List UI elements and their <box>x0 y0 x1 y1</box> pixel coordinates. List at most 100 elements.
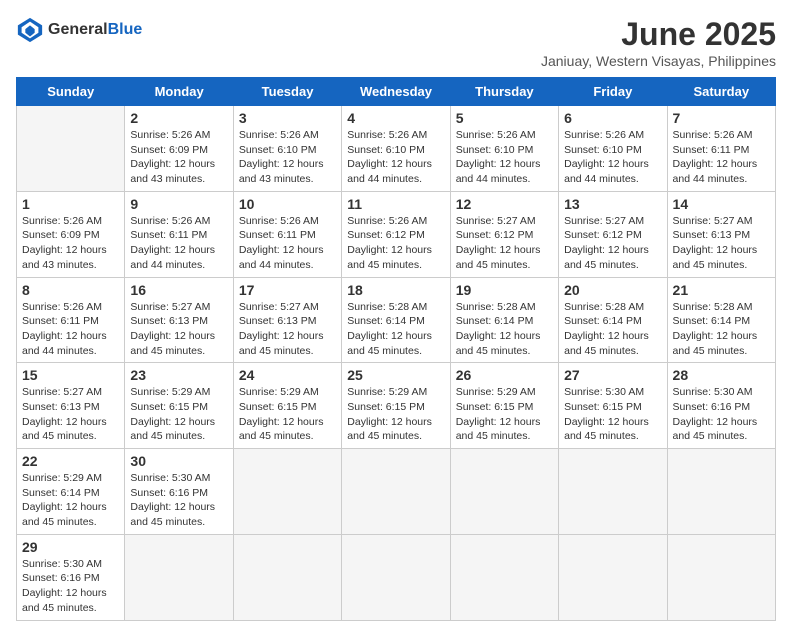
day-number: 25 <box>347 367 444 383</box>
logo-general: General <box>48 21 108 38</box>
day-number: 2 <box>130 110 227 126</box>
header-monday: Monday <box>125 78 233 106</box>
day-number: 7 <box>673 110 770 126</box>
day-number: 6 <box>564 110 661 126</box>
calendar-row: 8Sunrise: 5:26 AMSunset: 6:11 PMDaylight… <box>17 277 776 363</box>
day-info: Sunrise: 5:26 AMSunset: 6:11 PMDaylight:… <box>22 300 119 359</box>
day-number: 9 <box>130 196 227 212</box>
table-row <box>233 449 341 535</box>
day-info: Sunrise: 5:30 AMSunset: 6:16 PMDaylight:… <box>22 557 119 616</box>
table-row: 6 Sunrise: 5:26 AMSunset: 6:10 PMDaylight… <box>559 106 667 192</box>
table-row <box>17 106 125 192</box>
day-number: 16 <box>130 282 227 298</box>
day-number: 10 <box>239 196 336 212</box>
table-row: 7 Sunrise: 5:26 AMSunset: 6:11 PMDaylight… <box>667 106 775 192</box>
table-row: 2 Sunrise: 5:26 AMSunset: 6:09 PMDaylight… <box>125 106 233 192</box>
table-row: 14Sunrise: 5:27 AMSunset: 6:13 PMDayligh… <box>667 191 775 277</box>
table-row: 21 Sunrise: 5:28 AMSunset: 6:14 PMDayligh… <box>667 277 775 363</box>
table-row: 17Sunrise: 5:27 AMSunset: 6:13 PMDayligh… <box>233 277 341 363</box>
day-info: Sunrise: 5:26 AMSunset: 6:10 PMDaylight:… <box>456 128 553 187</box>
header-row: Sunday Monday Tuesday Wednesday Thursday… <box>17 78 776 106</box>
table-row: 22Sunrise: 5:29 AMSunset: 6:14 PMDayligh… <box>17 449 125 535</box>
table-row <box>559 534 667 620</box>
table-row: 12 Sunrise: 5:27 AMSunset: 6:12 PMDayligh… <box>450 191 558 277</box>
header-friday: Friday <box>559 78 667 106</box>
table-row: 27 Sunrise: 5:30 AMSunset: 6:15 PMDayligh… <box>559 363 667 449</box>
day-number: 29 <box>22 539 119 555</box>
calendar-row: 2 Sunrise: 5:26 AMSunset: 6:09 PMDaylight… <box>17 106 776 192</box>
table-row: 19 Sunrise: 5:28 AMSunset: 6:14 PMDayligh… <box>450 277 558 363</box>
day-number: 15 <box>22 367 119 383</box>
table-row <box>342 534 450 620</box>
table-row: 5 Sunrise: 5:26 AMSunset: 6:10 PMDaylight… <box>450 106 558 192</box>
table-row <box>450 449 558 535</box>
table-row: 11 Sunrise: 5:26 AMSunset: 6:12 PMDayligh… <box>342 191 450 277</box>
logo: GeneralBlue <box>16 16 142 44</box>
calendar-row: 22Sunrise: 5:29 AMSunset: 6:14 PMDayligh… <box>17 449 776 535</box>
header-wednesday: Wednesday <box>342 78 450 106</box>
table-row <box>450 534 558 620</box>
day-info: Sunrise: 5:26 AMSunset: 6:09 PMDaylight:… <box>130 128 227 187</box>
day-info: Sunrise: 5:30 AMSunset: 6:15 PMDaylight:… <box>564 385 661 444</box>
day-info: Sunrise: 5:28 AMSunset: 6:14 PMDaylight:… <box>456 300 553 359</box>
day-info: Sunrise: 5:26 AMSunset: 6:12 PMDaylight:… <box>347 214 444 273</box>
calendar-row: 1Sunrise: 5:26 AMSunset: 6:09 PMDaylight… <box>17 191 776 277</box>
day-info: Sunrise: 5:26 AMSunset: 6:11 PMDaylight:… <box>130 214 227 273</box>
day-number: 27 <box>564 367 661 383</box>
day-number: 30 <box>130 453 227 469</box>
page-header: GeneralBlue June 2025 Janiuay, Western V… <box>16 16 776 69</box>
header-thursday: Thursday <box>450 78 558 106</box>
day-info: Sunrise: 5:26 AMSunset: 6:11 PMDaylight:… <box>673 128 770 187</box>
day-number: 28 <box>673 367 770 383</box>
title-area: June 2025 Janiuay, Western Visayas, Phil… <box>541 16 776 69</box>
table-row: 29 Sunrise: 5:30 AMSunset: 6:16 PMDayligh… <box>17 534 125 620</box>
day-info: Sunrise: 5:26 AMSunset: 6:10 PMDaylight:… <box>347 128 444 187</box>
day-info: Sunrise: 5:26 AMSunset: 6:09 PMDaylight:… <box>22 214 119 273</box>
table-row: 24Sunrise: 5:29 AMSunset: 6:15 PMDayligh… <box>233 363 341 449</box>
calendar-table: Sunday Monday Tuesday Wednesday Thursday… <box>16 77 776 621</box>
day-info: Sunrise: 5:27 AMSunset: 6:13 PMDaylight:… <box>22 385 119 444</box>
day-number: 12 <box>456 196 553 212</box>
table-row: 15 Sunrise: 5:27 AMSunset: 6:13 PMDayligh… <box>17 363 125 449</box>
header-sunday: Sunday <box>17 78 125 106</box>
table-row: 28 Sunrise: 5:30 AMSunset: 6:16 PMDayligh… <box>667 363 775 449</box>
day-number: 5 <box>456 110 553 126</box>
day-number: 19 <box>456 282 553 298</box>
day-number: 26 <box>456 367 553 383</box>
calendar-row: 15 Sunrise: 5:27 AMSunset: 6:13 PMDayligh… <box>17 363 776 449</box>
day-info: Sunrise: 5:26 AMSunset: 6:10 PMDaylight:… <box>564 128 661 187</box>
day-number: 23 <box>130 367 227 383</box>
table-row: 25Sunrise: 5:29 AMSunset: 6:15 PMDayligh… <box>342 363 450 449</box>
day-info: Sunrise: 5:28 AMSunset: 6:14 PMDaylight:… <box>564 300 661 359</box>
day-info: Sunrise: 5:30 AMSunset: 6:16 PMDaylight:… <box>673 385 770 444</box>
day-info: Sunrise: 5:27 AMSunset: 6:12 PMDaylight:… <box>564 214 661 273</box>
day-number: 11 <box>347 196 444 212</box>
day-info: Sunrise: 5:29 AMSunset: 6:15 PMDaylight:… <box>456 385 553 444</box>
day-info: Sunrise: 5:27 AMSunset: 6:12 PMDaylight:… <box>456 214 553 273</box>
day-number: 20 <box>564 282 661 298</box>
day-number: 4 <box>347 110 444 126</box>
table-row: 3Sunrise: 5:26 AMSunset: 6:10 PMDaylight… <box>233 106 341 192</box>
day-number: 3 <box>239 110 336 126</box>
table-row: 26 Sunrise: 5:29 AMSunset: 6:15 PMDayligh… <box>450 363 558 449</box>
day-number: 17 <box>239 282 336 298</box>
day-number: 13 <box>564 196 661 212</box>
table-row: 8Sunrise: 5:26 AMSunset: 6:11 PMDaylight… <box>17 277 125 363</box>
day-info: Sunrise: 5:28 AMSunset: 6:14 PMDaylight:… <box>347 300 444 359</box>
logo-icon <box>16 16 44 44</box>
logo-blue: Blue <box>108 21 143 38</box>
table-row: 10Sunrise: 5:26 AMSunset: 6:11 PMDayligh… <box>233 191 341 277</box>
header-tuesday: Tuesday <box>233 78 341 106</box>
day-number: 24 <box>239 367 336 383</box>
day-info: Sunrise: 5:28 AMSunset: 6:14 PMDaylight:… <box>673 300 770 359</box>
table-row <box>559 449 667 535</box>
day-info: Sunrise: 5:29 AMSunset: 6:14 PMDaylight:… <box>22 471 119 530</box>
table-row: 23 Sunrise: 5:29 AMSunset: 6:15 PMDayligh… <box>125 363 233 449</box>
day-info: Sunrise: 5:30 AMSunset: 6:16 PMDaylight:… <box>130 471 227 530</box>
calendar-subtitle: Janiuay, Western Visayas, Philippines <box>541 53 776 69</box>
calendar-title: June 2025 <box>541 16 776 53</box>
table-row: 9 Sunrise: 5:26 AMSunset: 6:11 PMDaylight… <box>125 191 233 277</box>
day-info: Sunrise: 5:29 AMSunset: 6:15 PMDaylight:… <box>130 385 227 444</box>
table-row: 16Sunrise: 5:27 AMSunset: 6:13 PMDayligh… <box>125 277 233 363</box>
day-number: 21 <box>673 282 770 298</box>
